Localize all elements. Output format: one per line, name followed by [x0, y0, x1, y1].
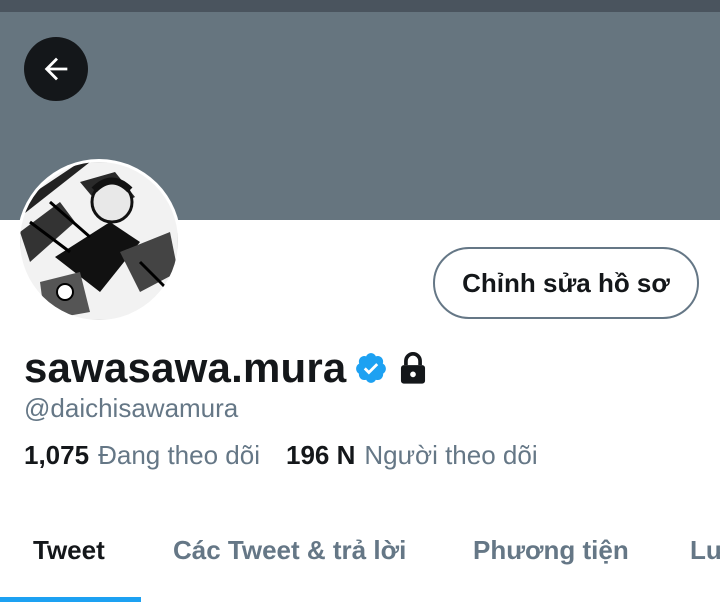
tab-likes[interactable]: Lư — [690, 535, 720, 566]
avatar-image — [20, 162, 178, 320]
following-count: 1,075 — [24, 440, 90, 470]
profile-stats: 1,075 Đang theo dõi 196 N Người theo dõi — [24, 440, 538, 471]
edit-profile-button[interactable]: Chỉnh sửa hồ sơ — [433, 247, 699, 319]
arrow-left-icon — [44, 57, 68, 81]
tab-tweets[interactable]: Tweet — [33, 535, 105, 566]
username-handle: @daichisawamura — [24, 393, 239, 423]
lock-icon — [401, 352, 426, 384]
followers-label: Người theo dõi — [364, 440, 538, 470]
tab-media[interactable]: Phương tiện — [473, 535, 629, 566]
status-bar — [0, 0, 720, 12]
profile-tabs: Tweet Các Tweet & trả lời Phương tiện Lư — [0, 510, 720, 602]
display-name: sawasawa.mura — [24, 344, 347, 391]
back-button[interactable] — [24, 37, 88, 101]
followers-count: 196 N — [285, 440, 356, 470]
following-stat[interactable]: 1,075 Đang theo dõi — [24, 440, 260, 471]
name-row: sawasawa.mura — [24, 340, 428, 396]
active-tab-indicator — [0, 597, 141, 602]
followers-stat[interactable]: 196 N Người theo dõi — [286, 440, 538, 471]
tab-tweets-and-replies[interactable]: Các Tweet & trả lời — [173, 535, 406, 566]
verified-badge-icon — [356, 353, 387, 383]
avatar[interactable] — [17, 159, 181, 323]
following-label: Đang theo dõi — [98, 440, 260, 470]
